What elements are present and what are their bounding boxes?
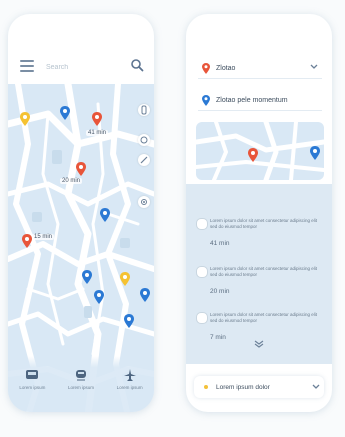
route-description: Lorem ipsum dolor sit amet consectetur a…	[210, 218, 318, 229]
origin-pin-icon	[202, 62, 210, 74]
expand-down-icon[interactable]	[254, 340, 264, 348]
map-pin[interactable]	[82, 270, 92, 284]
top-bar	[8, 52, 154, 80]
route-icon[interactable]	[138, 154, 150, 166]
locate-icon[interactable]	[138, 196, 150, 208]
destination-text: Zlotao pele momentum	[216, 96, 288, 104]
map-pin[interactable]	[140, 288, 150, 302]
route-badge-icon	[196, 218, 208, 230]
yellow-dot-icon	[204, 385, 208, 389]
route-time: 7 min	[210, 334, 226, 341]
map-pin[interactable]	[60, 106, 70, 120]
travel-time-label: 41 min	[86, 130, 109, 136]
route-description: Lorem ipsum dolor sit amet consectetur a…	[210, 266, 318, 277]
nav-label: Lorem ipsum	[19, 385, 46, 390]
travel-time-label: 15 min	[32, 234, 55, 240]
route-badge-icon	[196, 312, 208, 324]
layers-icon[interactable]	[138, 134, 150, 146]
bottom-field-text: Lorem ipsum dolor	[216, 383, 270, 391]
map-pin[interactable]	[22, 234, 32, 248]
map-pin[interactable]	[120, 272, 130, 286]
search-icon[interactable]	[130, 58, 144, 72]
bus-icon	[26, 370, 39, 379]
traffic-light-icon[interactable]	[138, 104, 150, 116]
destination-pin-icon	[202, 94, 210, 106]
chevron-down-icon[interactable]	[312, 384, 320, 390]
route-badge-icon	[196, 266, 208, 278]
route-screen: Zlotao Zlotao pele momentum Lorem ipsum …	[186, 14, 332, 412]
travel-time-label: 20 min	[60, 178, 83, 184]
map-screen: 41 min 20 min 15 min	[8, 14, 154, 412]
map-pin[interactable]	[310, 146, 320, 160]
route-options-list: Lorem ipsum dolor sit amet consectetur a…	[186, 184, 332, 364]
nav-item-train[interactable]: Lorem ipsum	[61, 356, 101, 390]
plane-icon	[123, 369, 136, 381]
mini-map-roads	[196, 122, 324, 180]
chevron-down-icon[interactable]	[310, 64, 318, 70]
bottom-navigation: Lorem ipsum Lorem ipsum Lorem ipsum	[8, 356, 154, 412]
nav-item-bus[interactable]: Lorem ipsum	[12, 356, 52, 390]
destination-field[interactable]: Zlotao pele momentum	[198, 90, 322, 111]
bottom-select-field[interactable]: Lorem ipsum dolor	[194, 376, 324, 398]
route-description: Lorem ipsum dolor sit amet consectetur a…	[210, 312, 318, 323]
nav-item-plane[interactable]: Lorem ipsum	[110, 356, 150, 390]
map-pin[interactable]	[76, 162, 86, 176]
map-pin[interactable]	[94, 290, 104, 304]
train-icon	[75, 370, 86, 381]
origin-field[interactable]: Zlotao	[198, 58, 322, 79]
search-input[interactable]	[44, 59, 126, 75]
map-pin[interactable]	[20, 112, 30, 126]
menu-icon[interactable]	[20, 60, 34, 72]
route-time: 20 min	[210, 288, 230, 295]
map-pin[interactable]	[100, 208, 110, 222]
nav-label: Lorem ipsum	[116, 385, 143, 390]
map-pin[interactable]	[124, 314, 134, 328]
map-pin[interactable]	[248, 148, 258, 162]
nav-label: Lorem ipsum	[67, 385, 94, 390]
origin-text: Zlotao	[216, 64, 236, 72]
route-time: 41 min	[210, 240, 230, 247]
route-preview-map[interactable]	[196, 122, 324, 180]
map-pin[interactable]	[92, 112, 102, 126]
